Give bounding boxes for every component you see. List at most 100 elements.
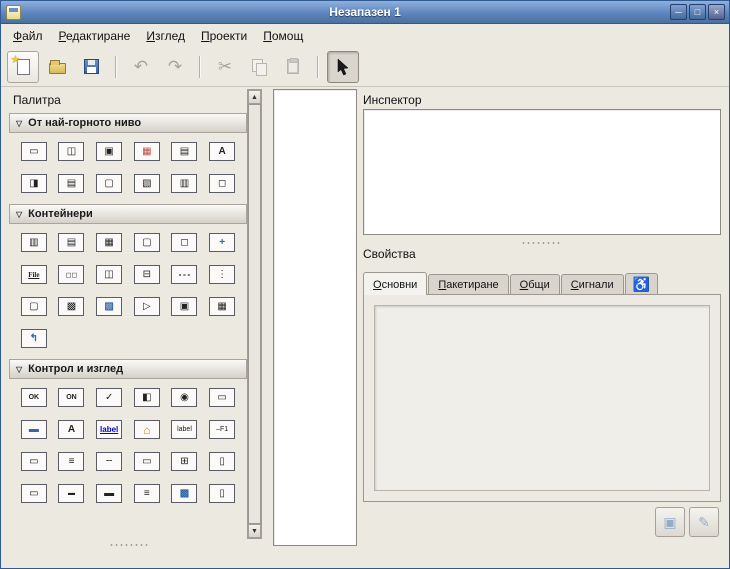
palette-item-vscrollbar[interactable]: ▯ — [209, 484, 235, 503]
palette-item-assistant[interactable]: ◻ — [209, 174, 235, 193]
palette-item-list-dialog[interactable]: ▥ — [171, 174, 197, 193]
scroll-up-icon[interactable]: ▲ — [248, 90, 261, 104]
palette-item-fixed[interactable]: + — [209, 233, 235, 252]
palette-item-input-dialog[interactable]: ◨ — [21, 174, 47, 193]
select-widget-button[interactable]: ▣ — [655, 507, 685, 537]
palette-item-label[interactable]: A — [58, 420, 84, 439]
palette-item-font-selection-dialog[interactable]: ▤ — [171, 142, 197, 161]
palette-item-hscrollbar[interactable]: ▬ — [58, 484, 84, 503]
palette-item-window[interactable]: ▭ — [21, 142, 47, 161]
palette-item-text-view[interactable]: ≡ — [58, 452, 84, 471]
palette-item-handle-box[interactable]: ∘∘∘ — [171, 265, 197, 284]
palette-item-button[interactable]: OK — [21, 388, 47, 407]
undo-button[interactable]: ↶ — [125, 51, 157, 83]
tab-signals[interactable]: Сигнали — [561, 274, 624, 294]
tab-common[interactable]: Общи — [510, 274, 560, 294]
palette-item-viewport[interactable]: ▦ — [209, 297, 235, 316]
design-canvas[interactable] — [273, 89, 357, 546]
palette-item-menubar[interactable]: File — [21, 265, 47, 284]
tab-packing[interactable]: Пакетиране — [428, 274, 508, 294]
palette-item-image-button[interactable]: ⌂ — [134, 420, 160, 439]
new-document-icon: ★ — [17, 59, 30, 75]
palette-item-hbox[interactable]: ▥ — [21, 233, 47, 252]
palette-item-about-dialog[interactable]: A — [209, 142, 235, 161]
palette-item-check-button[interactable]: ✓ — [96, 388, 122, 407]
window-menu-icon[interactable] — [6, 5, 21, 20]
palette-item-alignment[interactable]: ▢ — [21, 297, 47, 316]
palette-item-vscale[interactable]: ▯ — [209, 452, 235, 471]
titlebar[interactable]: Незапазен 1 ─ □ × — [1, 1, 729, 24]
palette-item-layout[interactable]: ▨ — [96, 297, 122, 316]
palette-item-combo-box-entry[interactable]: ▭ — [21, 484, 47, 503]
pane-resize-grip[interactable] — [109, 543, 149, 547]
palette-item-size-group[interactable]: ↰ — [21, 329, 47, 348]
minimize-button[interactable]: ─ — [670, 4, 687, 20]
palette-section-containers[interactable]: ▽Контейнери — [9, 204, 247, 224]
tab-general[interactable]: Основни — [363, 272, 427, 295]
menu-help[interactable]: Помощ — [255, 26, 311, 46]
palette-scrollbar[interactable]: ▲ ▼ — [247, 89, 262, 539]
palette-section-toplevel[interactable]: ▽От най-горното ниво — [9, 113, 247, 133]
palette-item-toolbar[interactable]: ◻◻ — [58, 265, 84, 284]
palette-item-expander[interactable]: ▷ — [134, 297, 160, 316]
palette-item-color-dialog[interactable]: ▧ — [134, 174, 160, 193]
palette-item-spin-button[interactable]: ⊞ — [171, 452, 197, 471]
palette-item-notebook[interactable]: ▢ — [134, 233, 160, 252]
palette-item-tree-view[interactable]: ≡ — [134, 484, 160, 503]
cut-button[interactable]: ✂ — [209, 51, 241, 83]
inspector-view[interactable] — [363, 109, 721, 235]
palette-item-vpaned[interactable]: ⊟ — [134, 265, 160, 284]
palette-item-accel-label[interactable]: –F1 — [209, 420, 235, 439]
palette-item-hscale[interactable]: ╌ — [96, 452, 122, 471]
paste-button[interactable] — [277, 51, 309, 83]
close-button[interactable]: × — [708, 4, 725, 20]
palette-item-file-chooser-dialog[interactable]: ▤ — [58, 174, 84, 193]
palette-item-table[interactable]: ▦ — [96, 233, 122, 252]
selector-button[interactable] — [327, 51, 359, 83]
tab-accessibility[interactable]: ♿ — [625, 273, 658, 294]
redo-button[interactable]: ↷ — [159, 51, 191, 83]
open-button[interactable] — [41, 51, 73, 83]
palette-grid-toplevel: ▭ ◫ ▣ ▦ ▤ A ◨ ▤ ▢ ▧ ▥ ◻ — [9, 133, 247, 202]
palette-item-option-menu[interactable]: ◧ — [134, 388, 160, 407]
menu-projects[interactable]: Проекти — [193, 26, 255, 46]
menu-file[interactable]: Файл — [5, 26, 51, 46]
scrollbar-thumb[interactable] — [248, 104, 261, 524]
menu-edit[interactable]: Редактиране — [51, 26, 139, 46]
menu-view[interactable]: Изглед — [138, 26, 193, 46]
palette-item-icon-view[interactable]: ▩ — [58, 297, 84, 316]
palette-item-link-button[interactable]: label — [96, 420, 122, 439]
palette-item-combo-box[interactable]: ▭ — [209, 388, 235, 407]
selector-arrow-icon — [335, 58, 351, 76]
palette-item-toggle-button[interactable]: ON — [58, 388, 84, 407]
edit-widget-button[interactable]: ✎ — [689, 507, 719, 537]
palette-item-scrolled-window[interactable]: ▣ — [171, 297, 197, 316]
new-button[interactable]: ★ — [7, 51, 39, 83]
pane-resize-grip[interactable] — [521, 241, 561, 245]
palette-item-dialog[interactable]: ◫ — [58, 142, 84, 161]
palette-item-property-dialog[interactable]: ▢ — [96, 174, 122, 193]
scroll-down-icon[interactable]: ▼ — [248, 524, 261, 538]
properties-page[interactable] — [374, 305, 710, 491]
redo-icon: ↷ — [168, 58, 182, 75]
palette-item-frame[interactable]: ◻ — [171, 233, 197, 252]
palette-item-progress-bar[interactable]: ▭ — [134, 452, 160, 471]
properties-actions: ▣ ✎ — [363, 507, 721, 537]
palette-item-vbox[interactable]: ▤ — [58, 233, 84, 252]
maximize-button[interactable]: □ — [689, 4, 706, 20]
palette-section-control[interactable]: ▽Контрол и изглед — [9, 359, 247, 379]
palette-item-hpaned[interactable]: ◫ — [96, 265, 122, 284]
copy-button[interactable] — [243, 51, 275, 83]
save-button[interactable] — [75, 51, 107, 83]
palette-item-statusbar[interactable]: ▬ — [96, 484, 122, 503]
palette-item-color-selection-dialog[interactable]: ▦ — [134, 142, 160, 161]
palette-item-text-label[interactable]: label — [171, 420, 197, 439]
toolbar-separator — [317, 56, 319, 78]
palette-item-entry[interactable]: ▭ — [21, 452, 47, 471]
palette-item-vbutton-box[interactable]: ⋮ — [209, 265, 235, 284]
palette-item-image[interactable]: ▬ — [21, 420, 47, 439]
properties-notebook — [363, 294, 721, 502]
palette-item-radio-button[interactable]: ◉ — [171, 388, 197, 407]
palette-item-message-dialog[interactable]: ▣ — [96, 142, 122, 161]
palette-item-icon-grid[interactable]: ▩ — [171, 484, 197, 503]
